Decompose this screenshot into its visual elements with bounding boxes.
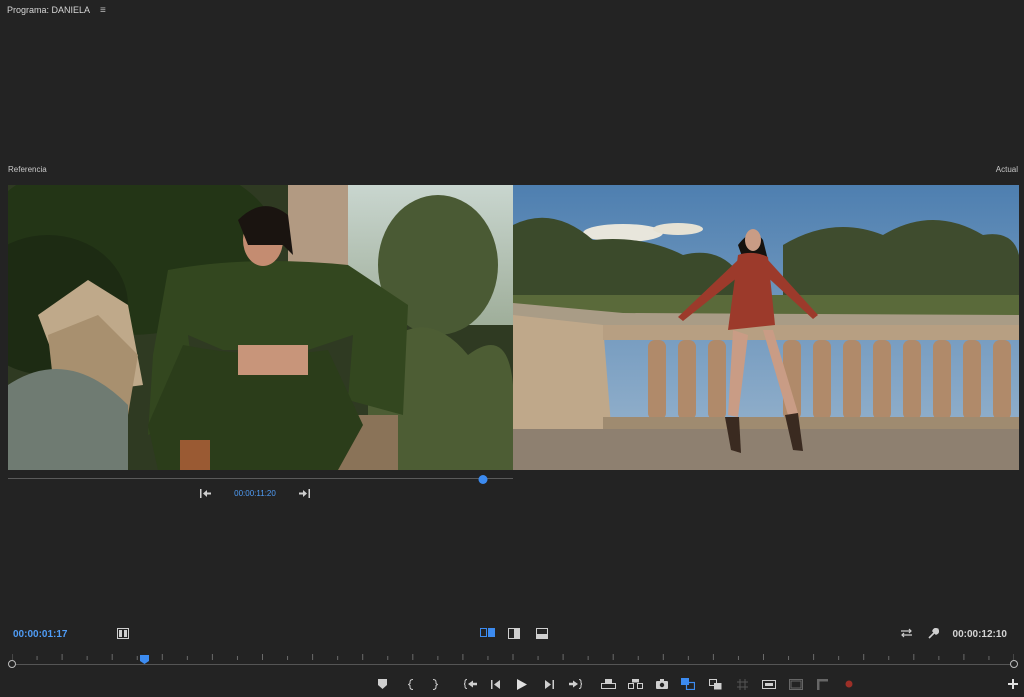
export-frame-icon[interactable] bbox=[654, 676, 670, 692]
step-to-next-edit-icon[interactable] bbox=[298, 488, 310, 498]
panel-title[interactable]: Programa: DANIELA bbox=[7, 5, 90, 15]
multi-camera-icon[interactable] bbox=[707, 676, 723, 692]
mark-in-icon[interactable] bbox=[403, 676, 419, 692]
comparison-view-toggle-icon[interactable] bbox=[680, 676, 696, 692]
step-to-previous-edit-icon[interactable] bbox=[200, 488, 212, 498]
horizontal-split-icon[interactable] bbox=[536, 628, 548, 639]
comparison-view-icon[interactable] bbox=[117, 628, 129, 639]
extract-icon[interactable] bbox=[627, 676, 643, 692]
play-icon[interactable] bbox=[514, 676, 530, 692]
overlay-icon[interactable] bbox=[788, 676, 804, 692]
reference-image bbox=[8, 185, 513, 470]
reference-controls: 00:00:11:20 bbox=[200, 486, 310, 500]
record-icon[interactable] bbox=[841, 676, 857, 692]
go-to-in-icon[interactable] bbox=[462, 676, 478, 692]
reference-timecode[interactable]: 00:00:11:20 bbox=[234, 489, 276, 498]
swap-sides-icon[interactable] bbox=[900, 628, 913, 638]
reference-scrub-track bbox=[8, 478, 513, 479]
current-label: Actual bbox=[995, 165, 1018, 174]
vertical-split-icon[interactable] bbox=[508, 628, 520, 639]
hamburger-menu-icon[interactable]: ≡ bbox=[100, 5, 106, 16]
add-marker-icon[interactable] bbox=[374, 676, 390, 692]
ruler-ticks bbox=[12, 654, 1014, 660]
mark-out-icon[interactable] bbox=[427, 676, 443, 692]
wrench-settings-icon[interactable] bbox=[927, 628, 939, 640]
timeline-track[interactable] bbox=[12, 664, 1014, 665]
trim-monitor-icon[interactable] bbox=[814, 676, 830, 692]
lift-icon[interactable] bbox=[600, 676, 616, 692]
timeline-start-handle[interactable] bbox=[8, 660, 16, 668]
reference-label: Referencia bbox=[8, 165, 47, 174]
timeline-end-handle[interactable] bbox=[1010, 660, 1018, 668]
reference-scrub-handle[interactable] bbox=[478, 475, 488, 484]
duration-timecode: 00:00:12:10 bbox=[952, 629, 1007, 640]
transport-controls bbox=[0, 676, 1024, 692]
add-button-icon[interactable] bbox=[1005, 676, 1021, 692]
timeline-ruler[interactable] bbox=[0, 648, 1024, 670]
step-back-icon[interactable] bbox=[488, 676, 504, 692]
panel-header: Programa: DANIELA ≡ bbox=[0, 0, 1024, 20]
step-forward-icon[interactable] bbox=[541, 676, 557, 692]
reference-frame bbox=[8, 185, 513, 470]
current-image bbox=[513, 185, 1019, 470]
side-by-side-icon[interactable] bbox=[480, 628, 495, 637]
insert-icon[interactable] bbox=[761, 676, 777, 692]
current-frame bbox=[513, 185, 1019, 470]
playhead[interactable] bbox=[139, 651, 149, 664]
safe-margins-icon[interactable] bbox=[734, 676, 750, 692]
monitor-lower-bar: 00:00:01:17 00:00:12:10 bbox=[0, 626, 1024, 644]
go-to-out-icon[interactable] bbox=[567, 676, 583, 692]
reference-scrubber[interactable] bbox=[8, 475, 513, 484]
playhead-timecode[interactable]: 00:00:01:17 bbox=[13, 629, 67, 640]
